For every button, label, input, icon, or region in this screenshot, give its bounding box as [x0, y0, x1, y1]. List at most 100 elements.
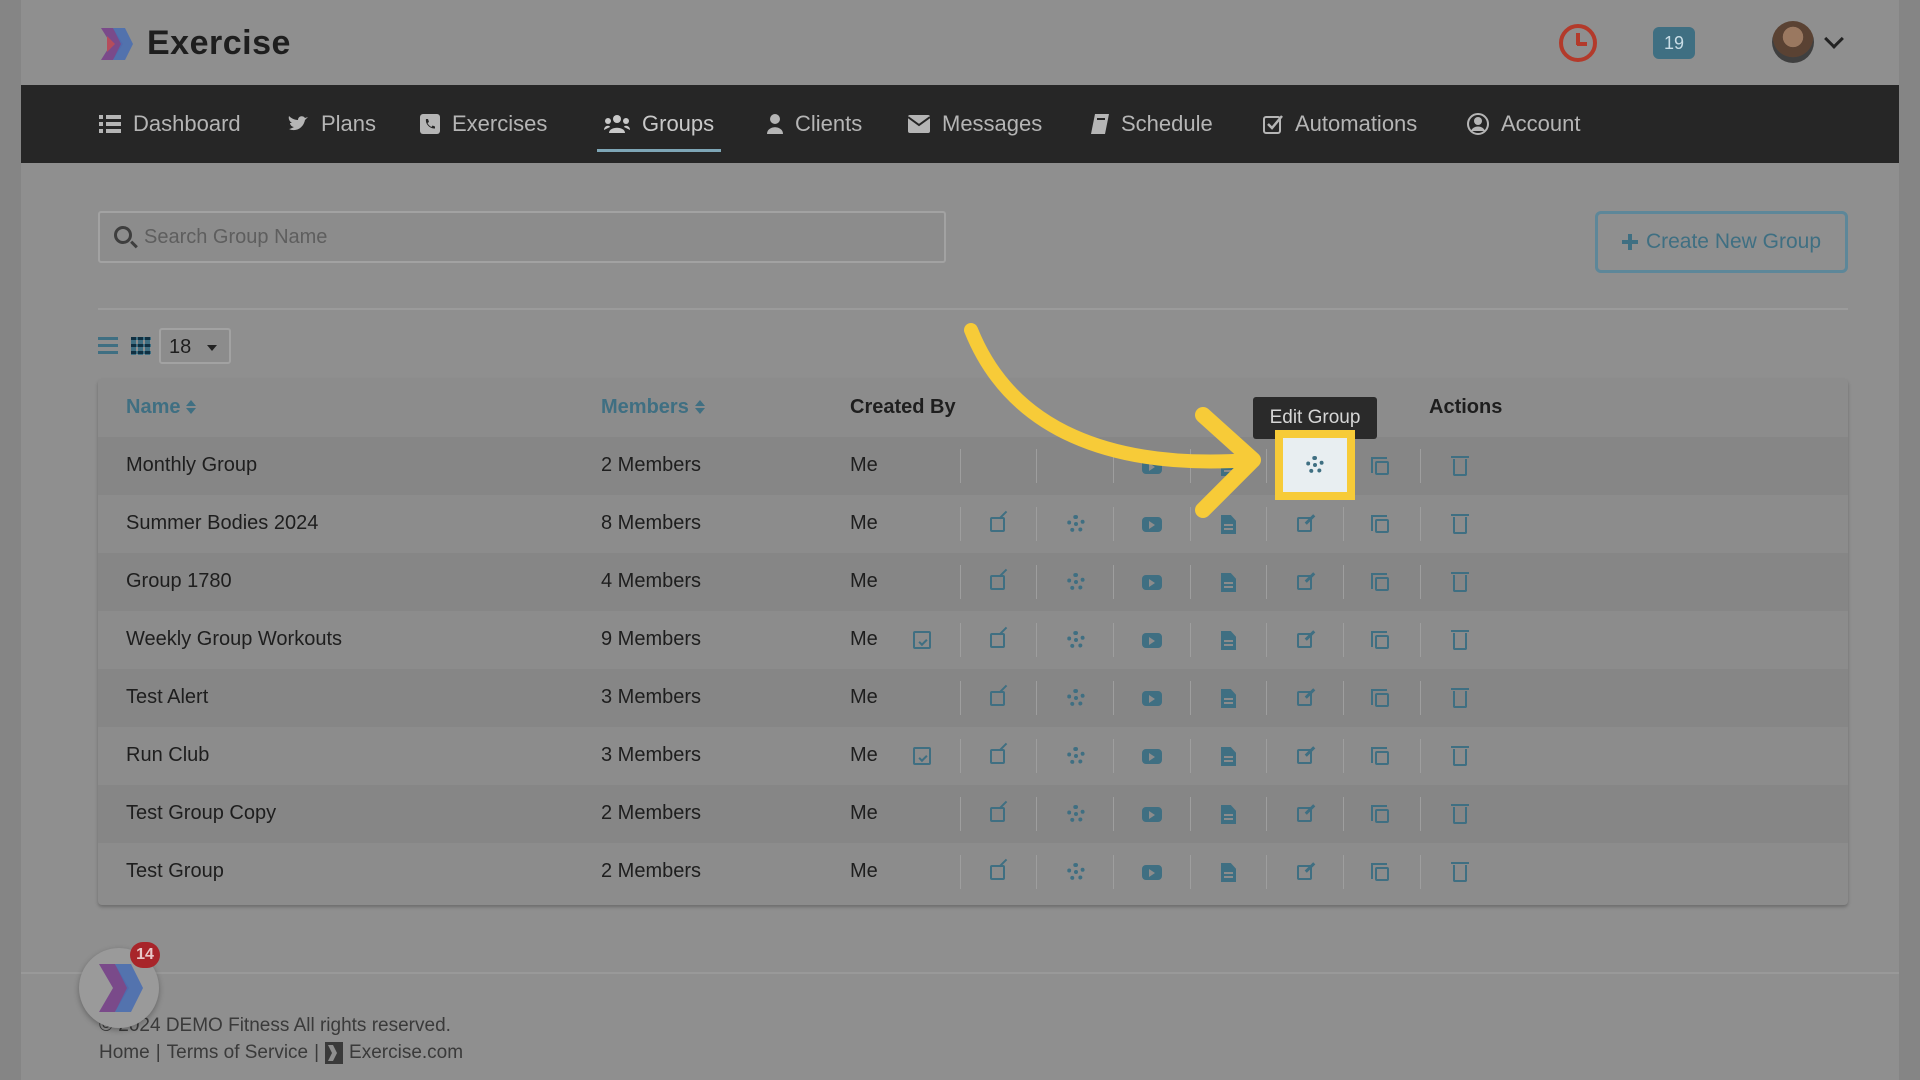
nav-item-dashboard[interactable]: Dashboard	[99, 85, 241, 163]
notification-count-badge[interactable]: 19	[1653, 27, 1695, 59]
site-link[interactable]: Exercise.com	[349, 1042, 463, 1064]
gear-icon[interactable]	[1067, 689, 1085, 707]
group-name: Test Group Copy	[126, 802, 277, 824]
divider	[98, 308, 1848, 310]
nav-label: Automations	[1295, 111, 1418, 136]
open-external-icon[interactable]	[990, 749, 1005, 764]
action-divider	[1420, 623, 1421, 657]
video-icon[interactable]	[1142, 575, 1162, 590]
open-external-icon[interactable]	[990, 633, 1005, 648]
search-input[interactable]	[144, 222, 924, 252]
action-divider	[960, 681, 961, 715]
nav-item-exercises[interactable]: Exercises	[420, 85, 547, 163]
gear-icon[interactable]	[1067, 631, 1085, 649]
table-row: Test Group 2 Members Me	[98, 843, 1848, 901]
trash-icon[interactable]	[1451, 862, 1469, 882]
trash-icon[interactable]	[1451, 456, 1469, 476]
edit-icon[interactable]	[1297, 807, 1312, 822]
home-link[interactable]: Home	[99, 1042, 150, 1064]
document-icon[interactable]	[1221, 689, 1236, 708]
copy-icon[interactable]	[1371, 457, 1389, 475]
nav-item-schedule[interactable]: Schedule	[1091, 85, 1213, 163]
created-by: Me	[850, 802, 878, 824]
trash-icon[interactable]	[1451, 688, 1469, 708]
document-icon[interactable]	[1221, 805, 1236, 824]
edit-icon[interactable]	[1297, 865, 1312, 880]
nav-item-clients[interactable]: Clients	[767, 85, 862, 163]
copy-icon[interactable]	[1371, 805, 1389, 823]
open-external-icon[interactable]	[990, 807, 1005, 822]
document-icon[interactable]	[1221, 573, 1236, 592]
copy-icon[interactable]	[1371, 863, 1389, 881]
calendar-check-icon[interactable]	[913, 631, 931, 649]
page-size-select[interactable]: 18	[159, 328, 231, 364]
group-name: Summer Bodies 2024	[126, 512, 319, 534]
edit-icon[interactable]	[1297, 749, 1312, 764]
calendar-check-icon[interactable]	[913, 747, 931, 765]
nav-item-groups[interactable]: Groups	[596, 85, 722, 163]
member-count: 8 Members	[601, 512, 702, 534]
action-divider	[1036, 797, 1037, 831]
video-icon[interactable]	[1142, 633, 1162, 648]
nav-item-plans[interactable]: Plans	[287, 85, 376, 163]
document-icon[interactable]	[1221, 863, 1236, 882]
copy-icon[interactable]	[1371, 515, 1389, 533]
list-view-icon[interactable]	[98, 337, 118, 355]
video-icon[interactable]	[1142, 807, 1162, 822]
video-icon[interactable]	[1142, 691, 1162, 706]
action-divider	[1190, 681, 1191, 715]
document-icon[interactable]	[1221, 631, 1236, 650]
grid-view-icon[interactable]	[131, 337, 151, 355]
open-external-icon[interactable]	[990, 865, 1005, 880]
action-divider	[960, 623, 961, 657]
avatar[interactable]	[1772, 21, 1814, 63]
created-by: Me	[850, 454, 878, 476]
nav-item-automations[interactable]: Automations	[1263, 85, 1417, 163]
copy-icon[interactable]	[1371, 747, 1389, 765]
created-by: Me	[850, 570, 878, 592]
document-icon[interactable]	[1221, 747, 1236, 766]
action-divider	[1113, 565, 1114, 599]
edit-icon[interactable]	[1297, 691, 1312, 706]
terms-link[interactable]: Terms of Service	[167, 1042, 308, 1064]
trash-icon[interactable]	[1451, 514, 1469, 534]
members-column-header[interactable]: Members	[601, 396, 705, 419]
trash-icon[interactable]	[1451, 572, 1469, 592]
action-divider	[1420, 739, 1421, 773]
edit-icon[interactable]	[1297, 517, 1312, 532]
chevron-down-icon[interactable]	[1824, 29, 1844, 49]
copy-icon[interactable]	[1371, 689, 1389, 707]
table-row: Group 1780 4 Members Me	[98, 553, 1848, 611]
video-icon[interactable]	[1142, 865, 1162, 880]
nav-item-messages[interactable]: Messages	[908, 85, 1042, 163]
trash-icon[interactable]	[1451, 804, 1469, 824]
trash-icon[interactable]	[1451, 630, 1469, 650]
action-divider	[1113, 739, 1114, 773]
action-divider	[960, 855, 961, 889]
highlighted-edit-group-button[interactable]	[1275, 430, 1355, 500]
video-icon[interactable]	[1142, 749, 1162, 764]
list-icon	[99, 115, 121, 133]
name-column-header[interactable]: Name	[126, 396, 197, 419]
users-icon	[604, 115, 630, 133]
app-logo[interactable]: Exercise	[99, 24, 291, 63]
edit-icon[interactable]	[1297, 575, 1312, 590]
created-by: Me	[850, 860, 878, 882]
trash-icon[interactable]	[1451, 746, 1469, 766]
open-external-icon[interactable]	[990, 691, 1005, 706]
edit-icon[interactable]	[1297, 633, 1312, 648]
separator: |	[155, 1042, 161, 1063]
gear-icon[interactable]	[1067, 747, 1085, 765]
search-box	[98, 211, 946, 263]
copy-icon[interactable]	[1371, 631, 1389, 649]
gear-icon[interactable]	[1067, 863, 1085, 881]
action-divider	[1113, 623, 1114, 657]
nav-item-account[interactable]: Account	[1467, 85, 1581, 163]
gear-icon[interactable]	[1067, 573, 1085, 591]
create-new-group-button[interactable]: Create New Group	[1595, 211, 1848, 273]
exercise-logo-icon	[101, 27, 133, 60]
open-external-icon[interactable]	[990, 575, 1005, 590]
gear-icon[interactable]	[1067, 805, 1085, 823]
copy-icon[interactable]	[1371, 573, 1389, 591]
clock-icon[interactable]	[1559, 24, 1597, 62]
